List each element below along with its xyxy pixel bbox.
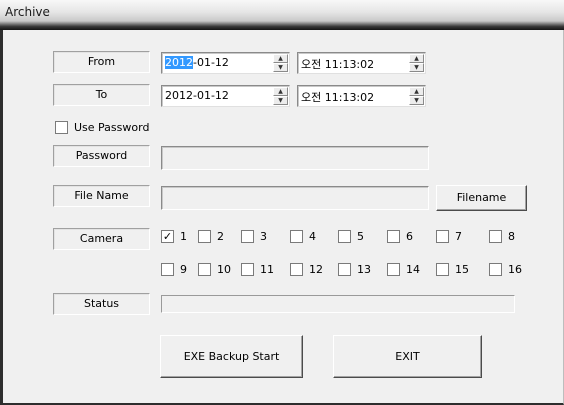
file-name-label: File Name [53, 185, 150, 207]
checkbox-box[interactable] [55, 121, 68, 134]
checkbox-box[interactable] [241, 230, 254, 243]
camera-9-label: 9 [180, 263, 187, 276]
checkbox-box[interactable] [198, 230, 211, 243]
checkbox-box[interactable] [338, 263, 351, 276]
camera-10-label: 10 [217, 263, 231, 276]
camera-4-label: 4 [309, 230, 316, 243]
spin-down-icon[interactable]: ▼ [409, 63, 424, 72]
to-time-picker[interactable]: 오전 11:13:02 ▲ ▼ [297, 85, 426, 107]
camera-7-label: 7 [455, 230, 462, 243]
camera-16-label: 16 [508, 263, 522, 276]
camera-1-label: 1 [180, 230, 187, 243]
checkbox-box[interactable] [436, 263, 449, 276]
checkbox-box[interactable] [161, 263, 174, 276]
checkbox-box[interactable] [241, 263, 254, 276]
exe-backup-start-button[interactable]: EXE Backup Start [160, 335, 303, 378]
password-input[interactable] [161, 146, 429, 170]
checkbox-box[interactable] [198, 263, 211, 276]
to-time-value: 오전 11:13:02 [301, 91, 375, 104]
title-bar[interactable]: Archive [0, 0, 564, 30]
camera-15-label: 15 [455, 263, 469, 276]
spin-up-icon[interactable]: ▲ [273, 54, 288, 63]
spin-up-icon[interactable]: ▲ [409, 54, 424, 63]
spin-down-icon[interactable]: ▼ [273, 96, 288, 105]
checkbox-box[interactable] [290, 263, 303, 276]
camera-14-label: 14 [406, 263, 420, 276]
camera-5-label: 5 [357, 230, 364, 243]
file-name-input[interactable] [161, 186, 429, 210]
checkbox-box[interactable] [489, 230, 502, 243]
spin-up-icon[interactable]: ▲ [409, 87, 424, 96]
checkbox-box[interactable] [338, 230, 351, 243]
camera-6-label: 6 [406, 230, 413, 243]
camera-11-label: 11 [260, 263, 274, 276]
use-password-label: Use Password [74, 121, 150, 134]
password-label: Password [53, 145, 150, 167]
from-date-year-selected: 2012 [165, 56, 193, 69]
to-date-value: 2012-01-12 [165, 89, 229, 102]
from-time-picker[interactable]: 오전 11:13:02 ▲ ▼ [297, 52, 426, 74]
to-label: To [53, 84, 150, 106]
from-label: From [53, 51, 150, 73]
from-date-spinner[interactable]: ▲ ▼ [273, 54, 288, 72]
checkmark-icon[interactable]: ✓ [161, 230, 174, 243]
camera-label: Camera [53, 228, 150, 250]
spin-down-icon[interactable]: ▼ [409, 96, 424, 105]
camera-13-label: 13 [357, 263, 371, 276]
to-time-spinner[interactable]: ▲ ▼ [409, 87, 424, 105]
spin-up-icon[interactable]: ▲ [273, 87, 288, 96]
checkbox-box[interactable] [387, 230, 400, 243]
window-title: Archive [5, 5, 50, 19]
filename-button[interactable]: Filename [436, 185, 527, 211]
checkbox-box[interactable] [489, 263, 502, 276]
to-date-spinner[interactable]: ▲ ▼ [273, 87, 288, 105]
status-label: Status [53, 293, 150, 315]
from-date-picker[interactable]: 2012-01-12 ▲ ▼ [161, 52, 290, 74]
camera-8-label: 8 [508, 230, 515, 243]
camera-2-label: 2 [217, 230, 224, 243]
from-time-spinner[interactable]: ▲ ▼ [409, 54, 424, 72]
from-time-value: 오전 11:13:02 [301, 58, 375, 71]
archive-window: Archive From 2012-01-12 ▲ ▼ 오전 11:13:02 ▲… [0, 0, 564, 405]
checkbox-box[interactable] [436, 230, 449, 243]
status-progress-bar [161, 295, 515, 313]
camera-3-label: 3 [260, 230, 267, 243]
exit-button[interactable]: EXIT [333, 335, 482, 378]
checkbox-box[interactable] [290, 230, 303, 243]
from-date-rest: -01-12 [193, 56, 229, 69]
checkbox-box[interactable] [387, 263, 400, 276]
to-date-picker[interactable]: 2012-01-12 ▲ ▼ [161, 85, 290, 107]
spin-down-icon[interactable]: ▼ [273, 63, 288, 72]
camera-12-label: 12 [309, 263, 323, 276]
